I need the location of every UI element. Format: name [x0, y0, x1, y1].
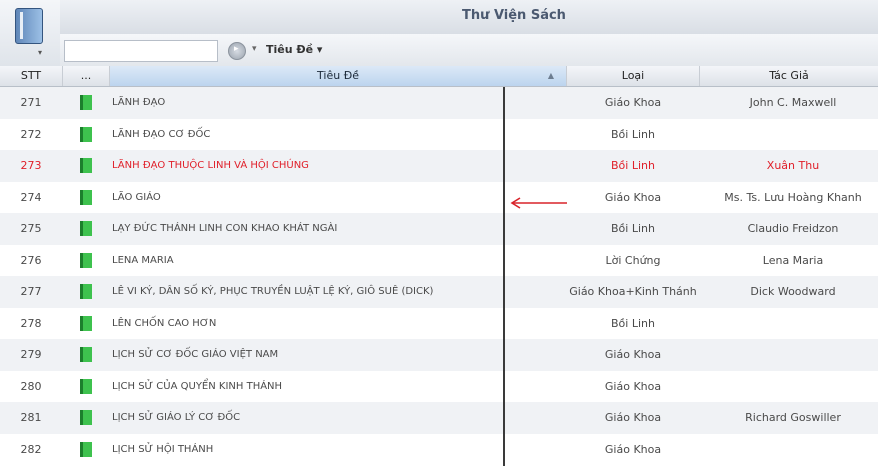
window-title: Thư Viện Sách — [462, 8, 566, 23]
row-author: John C. Maxwell — [749, 96, 837, 109]
column-header-stt[interactable]: STT — [0, 66, 63, 86]
book-icon — [80, 252, 92, 268]
row-author — [708, 371, 878, 403]
search-toolbar: ▾ Tiêu Đề ▾ — [60, 34, 878, 67]
row-stt: 280 — [20, 379, 42, 393]
book-icon — [80, 441, 92, 457]
book-icon — [80, 315, 92, 331]
annotation-divider-line — [503, 87, 505, 466]
search-field-select[interactable]: Tiêu Đề ▾ — [266, 43, 322, 56]
table-row[interactable]: 272 LÃNH ĐẠO CƠ ĐỐC Bồi Linh — [0, 119, 878, 151]
row-stt: 282 — [20, 442, 42, 456]
row-title: LÃNH ĐẠO — [112, 97, 166, 108]
row-type: Giáo Khoa — [604, 379, 662, 393]
table-row[interactable]: 277 LÊ VI KÝ, DÂN SỐ KÝ, PHỤC TRUYỀN LUẬT… — [0, 276, 878, 308]
row-type: Giáo Khoa — [604, 96, 662, 109]
book-table-body: 271 LÃNH ĐẠO Giáo Khoa John C. Maxwell 272 LÃ… — [0, 87, 878, 465]
table-row[interactable]: 278 LÊN CHỐN CAO HƠN Bồi Linh — [0, 308, 878, 340]
book-icon — [80, 284, 92, 299]
row-stt: 278 — [20, 316, 42, 330]
book-icon — [80, 126, 92, 142]
row-stt: 276 — [20, 253, 42, 267]
app-menu-button[interactable]: ▾ — [0, 0, 61, 67]
row-type: Bồi Linh — [611, 222, 655, 235]
row-stt: 275 — [20, 222, 42, 235]
book-icon — [80, 158, 92, 173]
row-author — [708, 434, 878, 466]
table-row[interactable]: 274 LÃO GIÁO Giáo Khoa Ms. Ts. Lưu Hoàng Kh… — [0, 182, 878, 214]
row-type: Bồi Linh — [611, 316, 655, 330]
row-type: Giáo Khoa — [604, 411, 662, 424]
search-go-button[interactable] — [228, 42, 246, 60]
annotation-arrow-icon — [510, 197, 567, 209]
table-row[interactable]: 282 LỊCH SỬ HỘI THÁNH Giáo Khoa — [0, 434, 878, 466]
row-title: LỊCH SỬ CƠ ĐỐC GIÁO VIỆT NAM — [112, 349, 279, 360]
row-type: Giáo Khoa — [604, 348, 662, 361]
chevron-down-icon: ▾ — [38, 48, 43, 57]
row-title: LÊ VI KÝ, DÂN SỐ KÝ, PHỤC TRUYỀN LUẬT LỆ… — [112, 286, 434, 297]
column-header-type[interactable]: Loại — [567, 66, 700, 86]
search-input[interactable] — [64, 40, 218, 62]
row-stt: 273 — [20, 159, 42, 172]
row-author — [708, 308, 878, 340]
row-author: Dick Woodward — [750, 285, 836, 298]
table-row[interactable]: 281 LỊCH SỬ GIÁO LÝ CƠ ĐỐC Giáo Khoa Richar… — [0, 402, 878, 434]
row-author: Claudio Freidzon — [747, 222, 839, 235]
table-row[interactable]: 273 LÃNH ĐẠO THUỘC LINH VÀ HỘI CHÚNG Bồi L… — [0, 150, 878, 182]
row-title: LỊCH SỬ HỘI THÁNH — [112, 443, 214, 455]
window-titlebar: Thư Viện Sách — [60, 0, 878, 35]
row-type: Giáo Khoa — [604, 442, 662, 456]
book-icon — [80, 221, 92, 236]
row-title: LỊCH SỬ CỦA QUYỂN KINH THÁNH — [112, 380, 283, 392]
table-row[interactable]: 276 LENA MARIA Lời Chứng Lena Maria — [0, 245, 878, 277]
row-author — [708, 339, 878, 371]
table-row[interactable]: 279 LỊCH SỬ CƠ ĐỐC GIÁO VIỆT NAM Giáo Khoa — [0, 339, 878, 371]
column-header-author[interactable]: Tác Giả — [700, 66, 878, 86]
row-title: LÊN CHỐN CAO HƠN — [112, 317, 217, 329]
book-icon — [80, 378, 92, 394]
table-row[interactable]: 280 LỊCH SỬ CỦA QUYỂN KINH THÁNH Giáo Khoa — [0, 371, 878, 403]
row-type: Giáo Khoa — [604, 190, 662, 204]
row-author: Richard Goswiller — [745, 411, 841, 424]
row-type: Lời Chứng — [605, 253, 661, 267]
row-type: Giáo Khoa+Kinh Thánh — [569, 285, 697, 298]
row-title: LÃNH ĐẠO CƠ ĐỐC — [112, 128, 211, 140]
row-stt: 279 — [20, 348, 42, 361]
column-header-title[interactable]: Tiêu Đề ▲ — [110, 66, 567, 86]
row-title: LÃNH ĐẠO THUỘC LINH VÀ HỘI CHÚNG — [112, 160, 309, 171]
book-icon — [80, 347, 92, 362]
row-stt: 271 — [20, 96, 42, 109]
column-header-title-label: Tiêu Đề — [317, 69, 359, 82]
row-type: Bồi Linh — [611, 127, 655, 141]
row-type: Bồi Linh — [611, 159, 655, 172]
book-icon — [80, 95, 92, 110]
book-icon — [80, 410, 92, 425]
sort-ascending-icon: ▲ — [547, 71, 554, 80]
row-author: Xuân Thu — [766, 159, 820, 172]
row-stt: 272 — [20, 127, 42, 141]
row-author — [708, 119, 878, 151]
book-icon — [80, 189, 92, 205]
table-row[interactable]: 271 LÃNH ĐẠO Giáo Khoa John C. Maxwell — [0, 87, 878, 119]
table-row[interactable]: 275 LẠY ĐỨC THÁNH LINH CON KHAO KHÁT NGÀI… — [0, 213, 878, 245]
column-header-more[interactable]: ... — [63, 66, 110, 86]
book-icon — [15, 8, 43, 44]
table-header: STT ... Tiêu Đề ▲ Loại Tác Giả — [0, 66, 878, 87]
row-stt: 281 — [20, 411, 42, 424]
row-stt: 277 — [20, 285, 42, 298]
chevron-down-icon[interactable]: ▾ — [252, 44, 257, 54]
row-title: LỊCH SỬ GIÁO LÝ CƠ ĐỐC — [112, 412, 241, 423]
row-title: LẠY ĐỨC THÁNH LINH CON KHAO KHÁT NGÀI — [112, 223, 338, 234]
row-author: Ms. Ts. Lưu Hoàng Khanh — [724, 190, 862, 204]
row-title: LENA MARIA — [112, 254, 174, 266]
row-title: LÃO GIÁO — [112, 191, 161, 203]
row-stt: 274 — [20, 190, 42, 204]
row-author: Lena Maria — [762, 253, 824, 267]
